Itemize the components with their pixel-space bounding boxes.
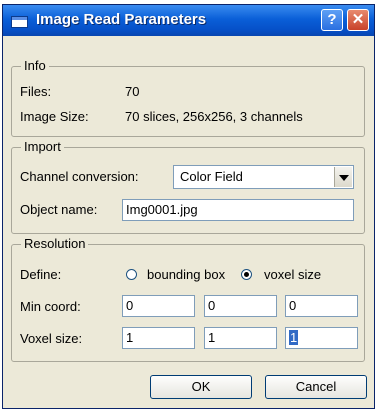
bounding-box-label[interactable]: bounding box — [147, 267, 225, 282]
resolution-group: Resolution Define: bounding box voxel si… — [11, 236, 365, 362]
files-value: 70 — [125, 84, 140, 99]
voxel-size-z-input[interactable]: 1 — [285, 327, 358, 349]
resolution-legend: Resolution — [21, 236, 89, 251]
voxel-size-y-input[interactable]: 1 — [204, 327, 277, 349]
help-icon: ? — [327, 11, 337, 28]
import-legend: Import — [21, 139, 64, 154]
title-bar[interactable]: Image Read Parameters ? ✕ — [3, 5, 374, 36]
close-button[interactable]: ✕ — [347, 9, 369, 31]
voxel-size-z-value: 1 — [289, 330, 299, 345]
image-read-parameters-dialog: Image Read Parameters ? ✕ Info Files: 70… — [2, 4, 375, 409]
channel-conversion-label: Channel conversion: — [20, 169, 139, 184]
channel-conversion-select[interactable]: Color Field — [173, 165, 354, 189]
ok-button[interactable]: OK — [150, 375, 252, 399]
bounding-box-radio[interactable] — [126, 269, 137, 280]
object-name-label: Object name: — [20, 202, 98, 217]
channel-conversion-value: Color Field — [180, 169, 243, 184]
voxel-size-label: Voxel size: — [20, 331, 83, 346]
voxel-size-radio[interactable] — [241, 269, 252, 280]
window-icon — [11, 16, 28, 28]
define-label: Define: — [20, 267, 62, 282]
image-size-value: 70 slices, 256x256, 3 channels — [125, 109, 303, 124]
min-coord-y-input[interactable]: 0 — [204, 295, 277, 317]
chevron-down-icon[interactable] — [334, 167, 352, 187]
voxel-size-option-label[interactable]: voxel size — [264, 267, 321, 282]
image-size-label: Image Size: — [20, 109, 89, 124]
dialog-title: Image Read Parameters — [36, 11, 207, 28]
help-button[interactable]: ? — [321, 9, 343, 31]
voxel-size-x-input[interactable]: 1 — [122, 327, 195, 349]
min-coord-label: Min coord: — [20, 299, 81, 314]
object-name-input[interactable]: Img0001.jpg — [122, 199, 354, 221]
info-group: Info Files: 70 Image Size: 70 slices, 25… — [11, 58, 365, 137]
close-icon: ✕ — [351, 11, 365, 28]
import-group: Import Channel conversion: Color Field O… — [11, 139, 365, 234]
info-legend: Info — [21, 58, 49, 73]
cancel-button[interactable]: Cancel — [265, 375, 367, 399]
min-coord-x-input[interactable]: 0 — [122, 295, 195, 317]
min-coord-z-input[interactable]: 0 — [285, 295, 358, 317]
files-label: Files: — [20, 84, 52, 99]
